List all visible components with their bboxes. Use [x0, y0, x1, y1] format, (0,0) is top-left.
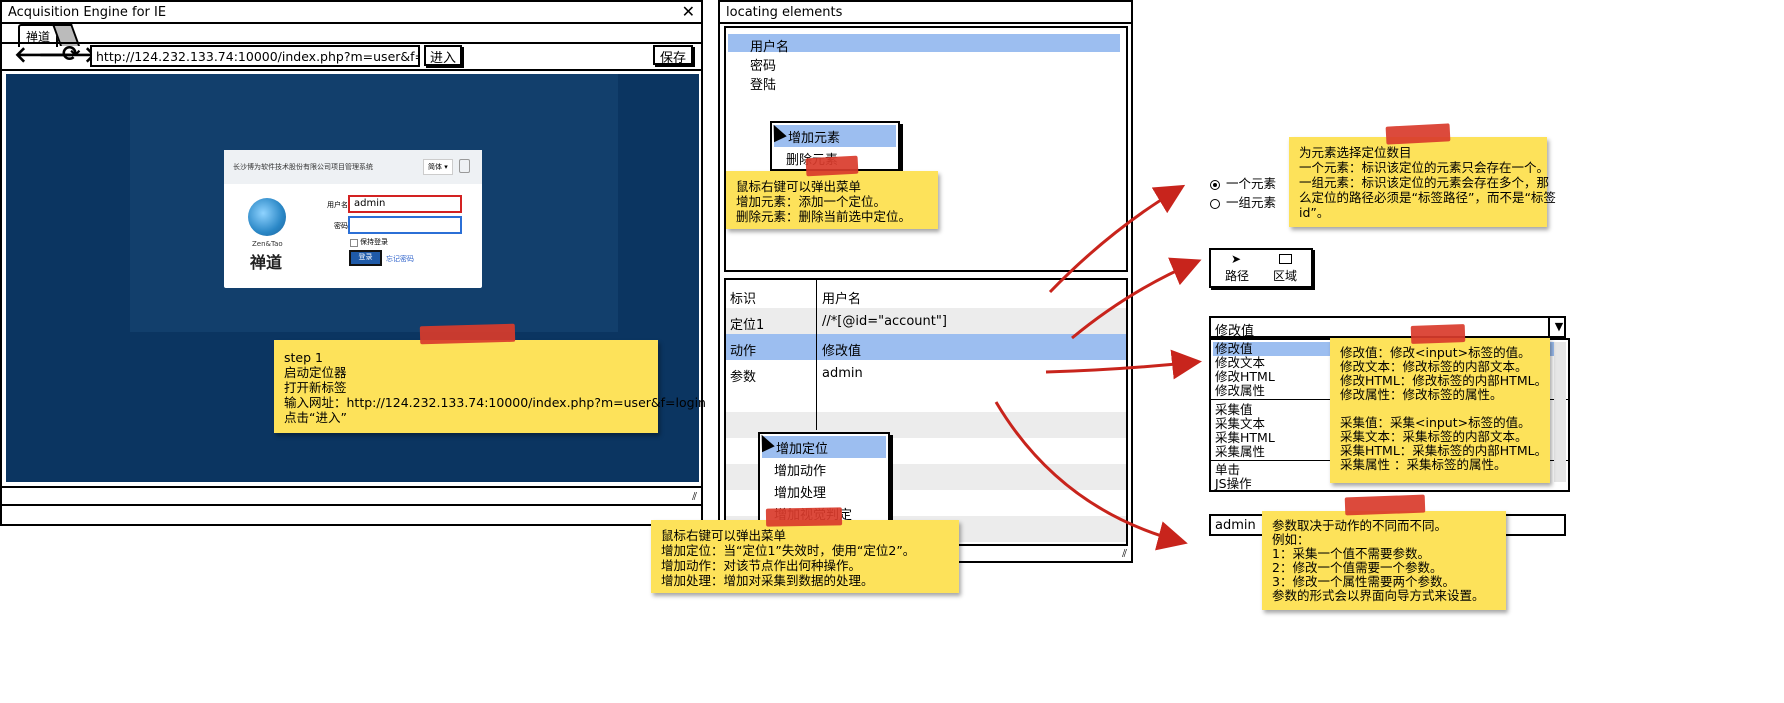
arrow-to-action [1045, 349, 1202, 380]
arrow-to-radio [1048, 184, 1186, 294]
arrow-to-param [994, 401, 1188, 551]
arrow-to-mode [1071, 257, 1202, 340]
annotation-arrows [994, 184, 1202, 551]
